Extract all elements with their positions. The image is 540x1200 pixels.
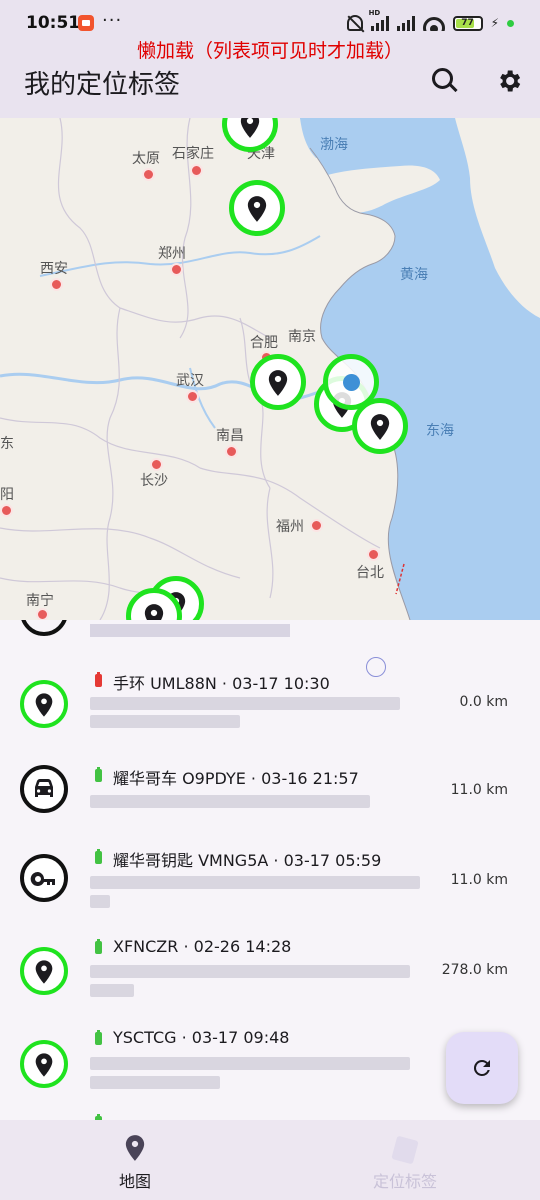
nav-label-map: 地图 [118, 1172, 151, 1191]
address-blurred [90, 624, 290, 637]
item-title: 手环 UML88N · 03-17 10:30 [113, 674, 330, 693]
signal-icon-2 [396, 15, 415, 31]
city-label: 合肥 [250, 335, 278, 351]
pin-icon [20, 1040, 68, 1088]
address-blurred [90, 697, 400, 710]
top-app-bar: 10:51 ··· HD 77 ⚡ 懒加载（列表项可见时才加载） 我的定位标签 [0, 0, 540, 118]
city-dot [142, 168, 155, 181]
city-label: 台北 [356, 565, 384, 581]
signal-icon: HD [369, 9, 389, 31]
map-pin-icon [125, 1135, 145, 1161]
battery-icon: 77 [452, 15, 483, 31]
item-distance: 0.0 km [459, 694, 508, 710]
city-dot [310, 519, 323, 532]
city-label: 郑州 [158, 246, 186, 262]
refresh-button[interactable] [446, 1032, 518, 1104]
item-title: 耀华哥钥匙 VMNG5A · 03-17 05:59 [113, 851, 382, 870]
nav-item-tags[interactable]: 定位标签 [270, 1120, 540, 1200]
list-item[interactable]: XFNCZR · 02-26 14:28 278.0 km [0, 933, 540, 1013]
city-label: 长沙 [140, 473, 168, 489]
tag-avatar [20, 620, 68, 636]
item-title: YSCTCG · 03-17 09:48 [113, 1028, 290, 1047]
wifi-icon [422, 15, 445, 31]
status-time: 10:51 [26, 13, 81, 33]
sea-label: 渤海 [320, 137, 348, 153]
more-notifications-icon: ··· [102, 10, 123, 31]
map-marker[interactable] [229, 180, 285, 236]
bottom-navigation: 地图 定位标签 [0, 1120, 540, 1200]
lazy-load-banner: 懒加载（列表项可见时才加载） [136, 40, 403, 62]
list-item[interactable]: 手环 UML88N · 03-17 10:30 0.0 km [0, 665, 540, 745]
city-label: 南京 [288, 329, 316, 345]
map-view[interactable]: 太原 石家庄 天津 郑州 西安 合肥 南京 武汉 南昌 长沙 福州 台北 南宁 … [0, 118, 540, 620]
city-dot [36, 608, 49, 620]
sea-label: 东海 [426, 423, 454, 439]
mute-bell-icon [346, 15, 363, 31]
address-blurred [90, 715, 240, 728]
nav-label-tags: 定位标签 [372, 1172, 437, 1191]
list-item-partial[interactable] [0, 620, 540, 640]
city-label: 太原 [132, 151, 160, 167]
address-blurred [90, 795, 370, 808]
car-icon [20, 765, 68, 813]
city-dot [186, 390, 199, 403]
city-label: 东 [0, 436, 14, 452]
battery-status-icon [95, 939, 102, 954]
map-marker[interactable] [250, 354, 306, 410]
battery-status-icon [95, 767, 102, 782]
city-dot [367, 548, 380, 561]
settings-gear-icon[interactable] [492, 64, 526, 98]
address-blurred [90, 876, 420, 889]
item-distance: 278.0 km [441, 962, 508, 978]
address-blurred [90, 965, 410, 978]
screen-record-icon [78, 15, 94, 31]
city-dot [0, 504, 13, 517]
address-blurred [90, 1057, 410, 1070]
item-distance: 11.0 km [450, 782, 508, 798]
pin-icon [20, 947, 68, 995]
city-label: 南昌 [216, 428, 244, 444]
refresh-icon [473, 1060, 490, 1076]
battery-status-icon [95, 1030, 102, 1045]
city-label: 石家庄 [172, 146, 214, 162]
address-blurred [90, 1076, 220, 1089]
city-dot [170, 263, 183, 276]
key-icon [20, 854, 68, 902]
city-dot [225, 445, 238, 458]
charging-bolt-icon: ⚡ [490, 16, 499, 30]
nav-item-map[interactable]: 地图 [0, 1120, 270, 1200]
city-label: 阳 [0, 487, 14, 503]
city-label: 武汉 [176, 373, 204, 389]
item-title: XFNCZR · 02-26 14:28 [113, 937, 292, 956]
map-marker[interactable] [352, 398, 408, 454]
city-label: 南宁 [26, 593, 54, 609]
item-distance: 11.0 km [450, 872, 508, 888]
search-icon[interactable] [428, 64, 462, 98]
battery-status-icon [95, 849, 102, 864]
pin-icon [20, 680, 68, 728]
battery-level: 77 [461, 17, 474, 28]
city-dot [50, 278, 63, 291]
list-item[interactable]: 耀华哥车 O9PDYE · 03-16 21:57 11.0 km [0, 760, 540, 820]
list-item[interactable]: 耀华哥钥匙 VMNG5A · 03-17 05:59 11.0 km [0, 842, 540, 922]
green-dot-icon [507, 19, 514, 27]
address-blurred [90, 984, 134, 997]
city-label: 福州 [276, 519, 304, 535]
page-title: 我的定位标签 [24, 70, 181, 100]
sea-label: 黄海 [400, 267, 428, 283]
address-blurred [90, 895, 110, 908]
tag-icon [391, 1135, 419, 1165]
item-title: 耀华哥车 O9PDYE · 03-16 21:57 [113, 769, 359, 788]
battery-status-icon [95, 672, 102, 687]
status-icons: HD 77 ⚡ [346, 9, 514, 33]
city-label: 西安 [40, 261, 68, 277]
city-dot [190, 164, 203, 177]
